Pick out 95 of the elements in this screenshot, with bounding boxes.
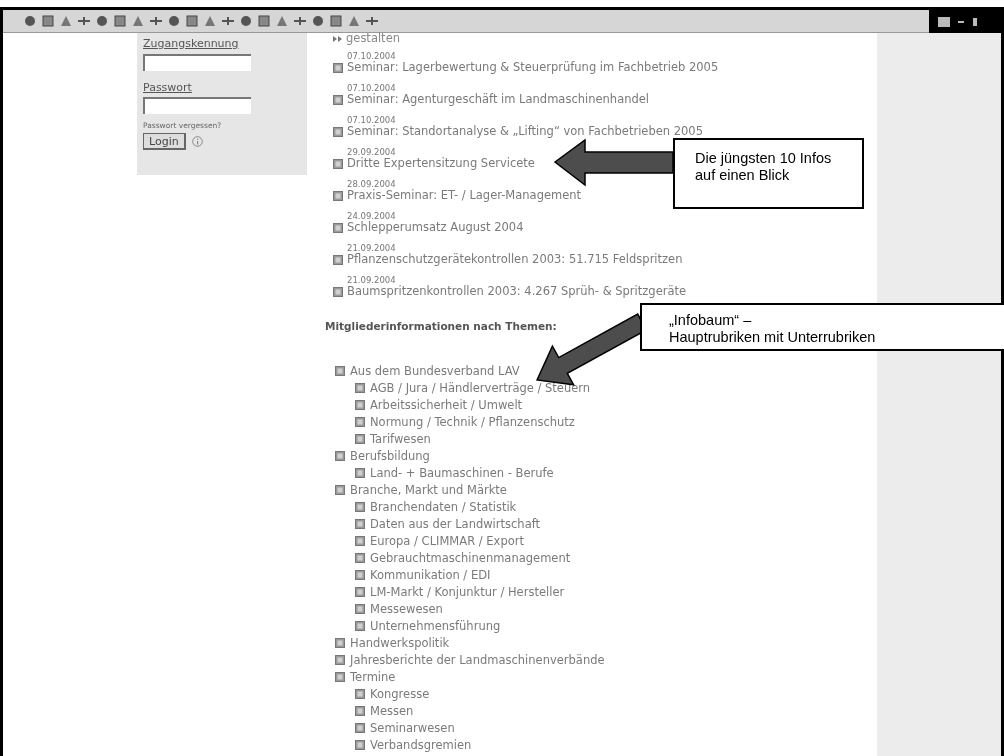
square-bullet-icon	[355, 689, 365, 700]
square-bullet-icon	[355, 383, 365, 394]
topic-link[interactable]: Tarifwesen	[370, 433, 431, 445]
topic-link[interactable]: Europa / CLIMMAR / Export	[370, 535, 524, 547]
square-bullet-icon	[333, 287, 343, 297]
toolbar-icon[interactable]	[149, 14, 163, 28]
news-date: 07.10.2004	[346, 83, 397, 93]
square-bullet-icon	[355, 570, 365, 581]
news-title[interactable]: Baumspritzenkontrollen 2003: 4.267 Sprüh- & Spritzgeräte	[347, 286, 687, 298]
news-title[interactable]: Praxis-Seminar: ET- / Lager-Management	[347, 190, 582, 202]
square-bullet-icon	[333, 127, 343, 137]
toolbar-icon[interactable]	[293, 14, 307, 28]
square-bullet-icon	[355, 723, 365, 734]
callout-text: „Infobaum“ –	[669, 312, 753, 329]
topic-link[interactable]: Gebrauchtmaschinenmanagement	[370, 552, 571, 564]
news-date: 07.10.2004	[346, 115, 397, 125]
password-label: Passwort	[143, 79, 192, 96]
toolbar-icon[interactable]	[221, 14, 235, 28]
square-bullet-icon	[355, 621, 365, 632]
square-bullet-icon	[335, 672, 345, 683]
news-title[interactable]: gestalten	[346, 33, 400, 45]
topic-link[interactable]: Handwerkspolitik	[350, 637, 450, 649]
toolbar-icon[interactable]	[95, 14, 109, 28]
square-bullet-icon	[355, 706, 365, 717]
square-bullet-icon	[355, 519, 365, 530]
square-bullet-icon	[335, 366, 345, 377]
callout-text: auf einen Blick	[695, 167, 791, 184]
square-bullet-icon	[355, 740, 365, 751]
topic-link[interactable]: Jahresberichte der Landmaschinenverbände	[350, 654, 605, 666]
username-field[interactable]	[143, 53, 251, 71]
news-title[interactable]: Schlepperumsatz August 2004	[347, 222, 524, 234]
topic-link[interactable]: Branchendaten / Statistik	[370, 501, 517, 513]
topic-link[interactable]: Messewesen	[370, 603, 443, 615]
double-arrow-icon	[333, 36, 342, 42]
topic-link[interactable]: Termine	[350, 671, 396, 683]
square-bullet-icon	[355, 400, 365, 411]
square-bullet-icon	[333, 159, 343, 169]
topic-link[interactable]: Seminarwesen	[370, 722, 455, 734]
topic-link[interactable]: Kongresse	[370, 688, 430, 700]
news-title[interactable]: Pflanzenschutzgerätekontrollen 2003: 51.715 Feldspritzen	[347, 254, 683, 266]
square-bullet-icon	[355, 553, 365, 564]
square-bullet-icon	[355, 434, 365, 445]
square-bullet-icon	[355, 536, 365, 547]
topic-link[interactable]: LM-Markt / Konjunktur / Hersteller	[370, 586, 565, 598]
topic-link[interactable]: Aus dem Bundesverband LAV	[350, 365, 520, 377]
topic-link[interactable]: Unternehmensführung	[370, 620, 501, 632]
news-title[interactable]: Seminar: Lagerbewertung & Steuerprüfung im Fachbetrieb 2005	[347, 62, 719, 74]
news-date: 24.09.2004	[346, 211, 397, 221]
toolbar-icon[interactable]	[971, 16, 979, 27]
square-bullet-icon	[355, 468, 365, 479]
topic-link[interactable]: Normung / Technik / Pflanzenschutz	[370, 416, 575, 428]
toolbar-icon[interactable]	[239, 14, 253, 28]
news-title[interactable]: Seminar: Standortanalyse & „Lifting“ von Fachbetrieben 2005	[347, 126, 703, 138]
info-icon[interactable]	[191, 136, 203, 148]
square-bullet-icon	[333, 255, 343, 265]
toolbar-icon[interactable]	[311, 14, 325, 28]
news-date: 29.09.2004	[346, 147, 397, 157]
news-date: 28.09.2004	[346, 179, 397, 189]
news-date: 07.10.2004	[346, 51, 397, 61]
square-bullet-icon	[355, 502, 365, 513]
login-button[interactable]: Login	[143, 133, 186, 151]
square-bullet-icon	[335, 655, 345, 666]
square-bullet-icon	[333, 191, 343, 201]
topic-link[interactable]: Land- + Baumaschinen - Berufe	[370, 467, 554, 479]
username-label: Zugangskennung	[143, 36, 239, 52]
square-bullet-icon	[355, 604, 365, 615]
callout-text: Die jüngsten 10 Infos	[695, 150, 833, 167]
square-bullet-icon	[355, 587, 365, 598]
square-bullet-icon	[333, 95, 343, 105]
toolbar-icon[interactable]	[23, 14, 37, 28]
toolbar-icon[interactable]	[167, 14, 181, 28]
topic-link[interactable]: Berufsbildung	[350, 450, 430, 462]
news-date: 21.09.2004	[346, 243, 397, 253]
callout-text: Hauptrubriken mit Unterrubriken	[669, 329, 877, 346]
news-title[interactable]: Dritte Expertensitzung Servicete	[347, 158, 535, 170]
topic-link[interactable]: Verbandsgremien	[370, 739, 472, 751]
section-heading: Mitgliederinformationen nach Themen:	[325, 319, 557, 334]
square-bullet-icon	[333, 223, 343, 233]
square-bullet-icon	[335, 638, 345, 649]
square-bullet-icon	[335, 451, 345, 462]
square-bullet-icon	[333, 63, 343, 73]
topic-link[interactable]: Messen	[370, 705, 414, 717]
toolbar-icon[interactable]	[365, 14, 379, 28]
topic-link[interactable]: Arbeitssicherheit / Umwelt	[370, 399, 523, 411]
news-title[interactable]: Seminar: Agenturgeschäft im Landmaschinenhandel	[347, 94, 650, 106]
topic-link[interactable]: Branche, Markt und Märkte	[350, 484, 507, 496]
toolbar-icon[interactable]	[77, 14, 91, 28]
square-bullet-icon	[335, 485, 345, 496]
password-field[interactable]	[143, 97, 251, 114]
square-bullet-icon	[355, 417, 365, 428]
topic-link[interactable]: Daten aus der Landwirtschaft	[370, 518, 541, 530]
topic-link[interactable]: AGB / Jura / Händlerverträge / Steuern	[370, 382, 591, 394]
topic-link[interactable]: Kommunikation / EDI	[370, 569, 491, 581]
toolbar-icon[interactable]	[937, 15, 951, 28]
news-date: 21.09.2004	[346, 275, 397, 285]
